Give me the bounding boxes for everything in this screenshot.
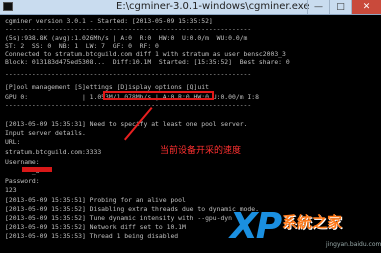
- annotation-caption: 当前设备开采的速度: [160, 146, 242, 156]
- minimize-button[interactable]: —: [307, 0, 329, 14]
- window-controls: — □ ✕: [307, 0, 381, 14]
- console-line: Input server details.: [5, 129, 86, 137]
- console-line: Block: 013183d475ed5308... Diff:10.1M St…: [5, 58, 290, 66]
- window-titlebar: E:\cgminer-3.0.1-windows\cgminer.exe — □…: [0, 0, 381, 15]
- console-line: [2013-05-09 15:35:52] Disabling extra th…: [5, 205, 259, 213]
- maximize-button[interactable]: □: [329, 0, 351, 14]
- console-line: [P]ool management [S]ettings [D]isplay o…: [5, 83, 209, 91]
- console-line: ----------------------------------------…: [5, 70, 252, 78]
- console-line: [2013-05-09 15:35:53] Thread 1 being dis…: [5, 232, 179, 240]
- console-line: URL:: [5, 138, 21, 146]
- console-line: [2013-05-09 15:35:31] Need to specify at…: [5, 120, 248, 128]
- console-line: Username:: [5, 158, 40, 166]
- console-line: [2013-05-09 15:35:52] Network diff set t…: [5, 223, 186, 231]
- console-line: (5s):938.8K (avg):1.026Mh/s | A:0 R:0 HW…: [5, 34, 248, 42]
- console-line: cgminer version 3.0.1 - Started: [2013-0…: [5, 17, 213, 25]
- window-title: E:\cgminer-3.0.1-windows\cgminer.exe: [116, 1, 310, 12]
- console-line: ST: 2 SS: 0 NB: 1 LW: 7 GF: 0 RF: 0: [5, 42, 159, 50]
- console-app-icon: [3, 2, 13, 11]
- console-line: 123: [5, 186, 17, 194]
- console-line: [2013-05-09 15:35:52] Tune dynamic inten…: [5, 214, 233, 222]
- watermark-logo: XP 系統之家 jingyan.baidu.com: [230, 207, 381, 253]
- console-line: [2013-05-09 15:35:51] Probing for an ali…: [5, 196, 186, 204]
- hashrate-highlight-box: [103, 91, 214, 100]
- logo-text: 系統之家: [282, 213, 343, 231]
- console-line: Connected to stratum.btcguild.com diff 1…: [5, 50, 286, 58]
- console-line: stratum.btcguild.com:3333: [5, 148, 102, 156]
- console-line: Password:: [5, 177, 40, 185]
- xp-logo-mark: XP: [230, 206, 282, 247]
- watermark-url: jingyan.baidu.com: [326, 241, 381, 248]
- username-redaction: [22, 167, 52, 172]
- console-line: ----------------------------------------…: [5, 101, 252, 109]
- close-button[interactable]: ✕: [351, 0, 381, 14]
- console-line: ----------------------------------------…: [5, 25, 252, 33]
